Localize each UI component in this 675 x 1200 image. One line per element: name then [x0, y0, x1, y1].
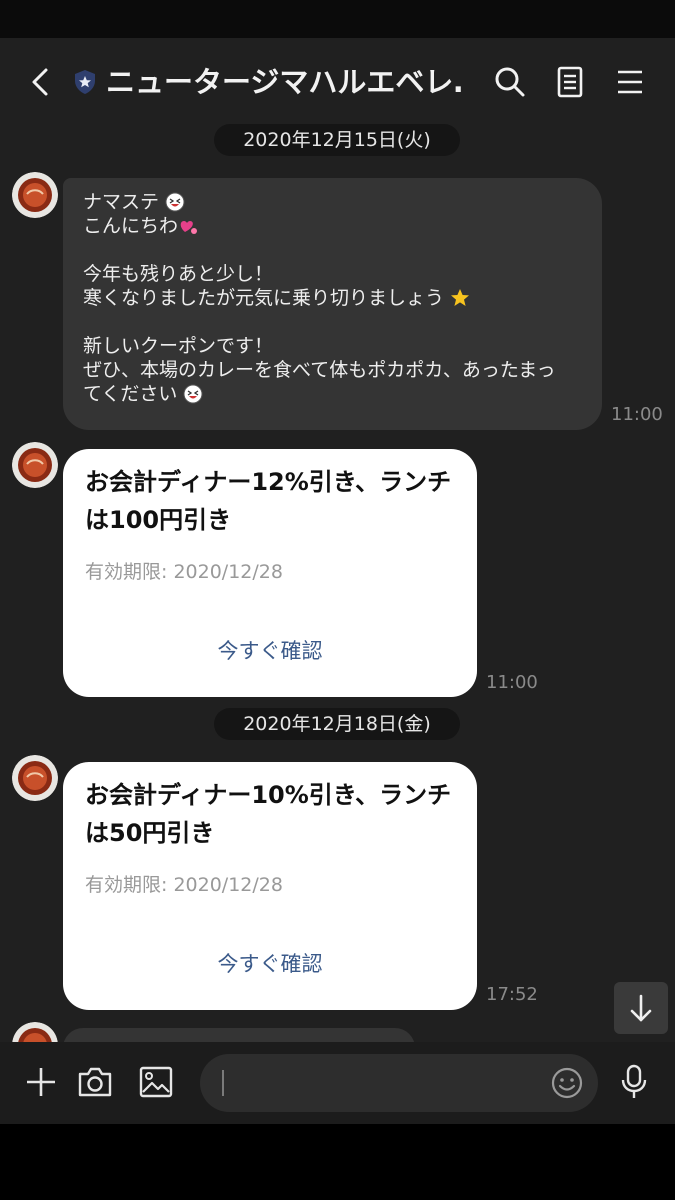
camera-button[interactable] — [75, 1062, 115, 1102]
plus-icon — [27, 1068, 55, 1096]
avatar[interactable] — [12, 1022, 58, 1042]
avatar[interactable] — [12, 755, 58, 801]
text-cursor — [222, 1070, 224, 1096]
message-time: 11:00 — [611, 404, 663, 425]
screen: ニュータージマハルエベレ… 2020年12月15日(火) ナマステ こんにちわ … — [0, 0, 675, 1200]
back-arrow-icon — [32, 68, 48, 96]
microphone-icon — [621, 1064, 647, 1098]
message-time: 11:00 — [486, 672, 538, 693]
menu-button[interactable] — [610, 62, 650, 102]
message-bubble[interactable] — [63, 1028, 415, 1042]
message-input[interactable] — [200, 1054, 598, 1112]
notes-icon — [557, 66, 583, 98]
back-button[interactable] — [22, 62, 62, 102]
avatar[interactable] — [12, 172, 58, 218]
status-bar — [0, 0, 675, 38]
coupon-card[interactable]: お会計ディナー12%引き、ランチは100円引き 有効期限: 2020/12/28… — [63, 449, 477, 697]
microphone-button[interactable] — [614, 1062, 654, 1102]
search-button[interactable] — [490, 62, 530, 102]
chat-title: ニュータージマハルエベレ… — [106, 65, 464, 99]
plus-button[interactable] — [21, 1062, 61, 1102]
emoji-button[interactable] — [550, 1066, 584, 1100]
navigation-bar — [0, 1124, 675, 1200]
coupon-expiry: 有効期限: 2020/12/28 — [85, 561, 283, 583]
message-time: 17:52 — [486, 984, 538, 1005]
coupon-card[interactable]: お会計ディナー10%引き、ランチは50円引き 有効期限: 2020/12/28 … — [63, 762, 477, 1010]
image-icon — [139, 1066, 173, 1098]
check-now-link[interactable]: 今すぐ確認 — [63, 948, 477, 978]
coupon-title: お会計ディナー12%引き、ランチは100円引き — [85, 468, 452, 534]
hearts-icon — [180, 221, 198, 234]
chat-header: ニュータージマハルエベレ… — [0, 38, 675, 124]
menu-icon — [618, 70, 642, 94]
shield-icon — [74, 69, 96, 95]
input-bar — [0, 1042, 675, 1124]
image-button[interactable] — [136, 1062, 176, 1102]
search-icon — [495, 67, 525, 97]
check-now-link[interactable]: 今すぐ確認 — [63, 635, 477, 665]
chat-area[interactable]: 2020年12月15日(火) ナマステ こんにちわ 今年も残りあと少し！ 寒くな… — [0, 124, 675, 1042]
laughing-face-icon — [165, 192, 185, 212]
arrow-down-icon — [630, 994, 652, 1022]
coupon-title: お会計ディナー10%引き、ランチは50円引き — [85, 781, 452, 847]
camera-icon — [78, 1067, 112, 1097]
message-text: ナマステ こんにちわ 今年も残りあと少し！ 寒くなりましたが元気に乗り切りましょ… — [83, 191, 556, 405]
emoji-icon — [551, 1067, 583, 1099]
coupon-expiry: 有効期限: 2020/12/28 — [85, 874, 283, 896]
scroll-to-bottom-button[interactable] — [614, 982, 668, 1034]
avatar[interactable] — [12, 442, 58, 488]
date-separator: 2020年12月18日(金) — [214, 708, 460, 740]
date-separator: 2020年12月15日(火) — [214, 124, 460, 156]
star-icon — [451, 289, 470, 306]
message-bubble[interactable]: ナマステ こんにちわ 今年も残りあと少し！ 寒くなりましたが元気に乗り切りましょ… — [63, 178, 602, 430]
laughing-face-icon — [183, 384, 203, 404]
notes-button[interactable] — [550, 62, 590, 102]
